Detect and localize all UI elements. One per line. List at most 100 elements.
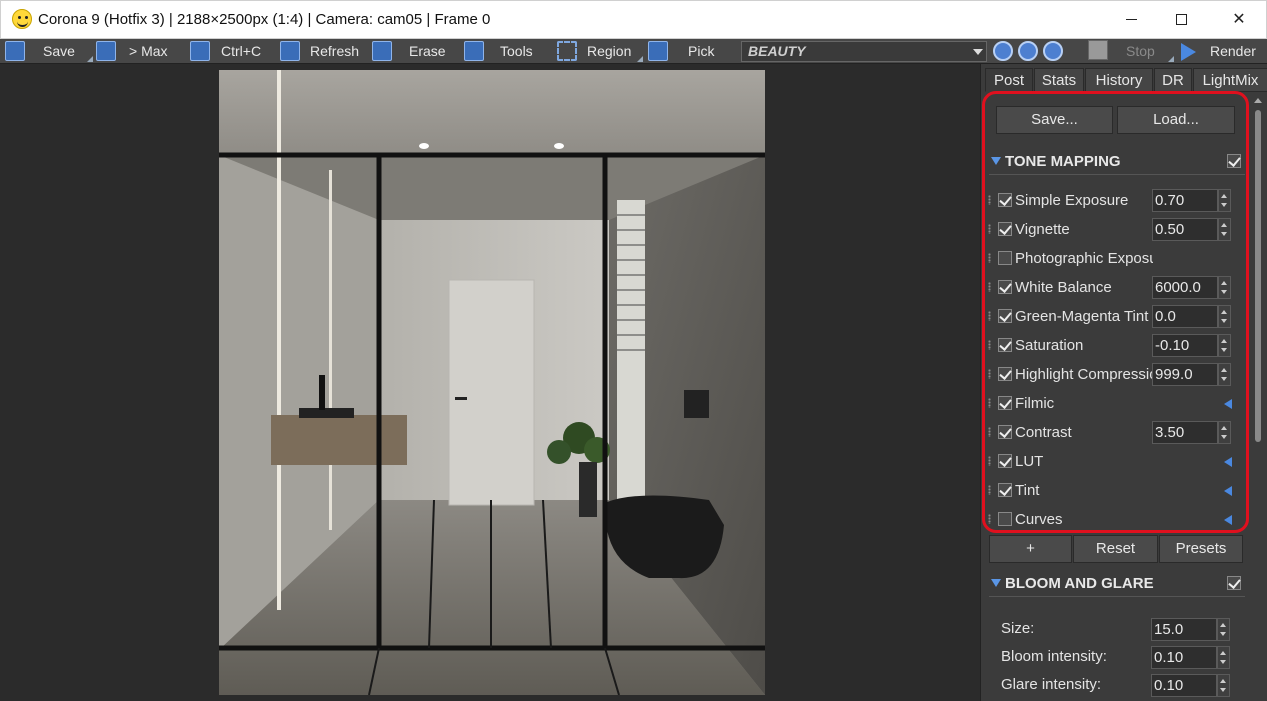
tab-dr[interactable]: DR	[1154, 68, 1192, 92]
operator-checkbox[interactable]	[998, 338, 1012, 352]
render-button[interactable]: Render	[1208, 40, 1263, 63]
panel-scrollbar[interactable]	[1252, 98, 1264, 701]
maximize-button[interactable]	[1157, 1, 1205, 39]
drag-grip-icon[interactable]	[988, 427, 991, 437]
tools-button[interactable]: Tools	[464, 40, 552, 63]
value-spinner[interactable]: 0.70	[1152, 189, 1231, 212]
drag-grip-icon[interactable]	[988, 195, 991, 205]
load-preset-button[interactable]: Load...	[1117, 106, 1235, 134]
operator-checkbox[interactable]	[998, 425, 1012, 439]
operator-checkbox[interactable]	[998, 251, 1012, 265]
reset-button[interactable]: Reset	[1073, 535, 1158, 563]
spinner-value[interactable]: 999.0	[1152, 363, 1218, 386]
drag-grip-icon[interactable]	[988, 340, 991, 350]
zoom-in-icon[interactable]	[993, 41, 1013, 61]
maximize-icon	[1175, 14, 1187, 26]
spinner-value[interactable]: 0.10	[1151, 674, 1217, 697]
scroll-up-icon[interactable]	[1254, 98, 1262, 103]
send-to-max-button[interactable]: > Max	[96, 40, 182, 63]
close-button[interactable]: ✕	[1215, 1, 1263, 39]
operator-checkbox[interactable]	[998, 193, 1012, 207]
zoom-out-icon[interactable]	[1018, 41, 1038, 61]
tone-mapping-title: TONE MAPPING	[1005, 153, 1121, 170]
pick-button[interactable]: Pick	[648, 40, 734, 63]
tone-mapping-enable-checkbox[interactable]	[1227, 154, 1241, 168]
save-button[interactable]: Save	[5, 40, 93, 63]
drag-grip-icon[interactable]	[988, 369, 991, 379]
erase-button[interactable]: Erase	[372, 40, 458, 63]
tab-stats[interactable]: Stats	[1034, 68, 1084, 92]
add-operator-button[interactable]: +	[989, 535, 1072, 563]
operator-checkbox[interactable]	[998, 280, 1012, 294]
spinner-value[interactable]: 0.0	[1152, 305, 1218, 328]
region-button[interactable]: Region	[557, 40, 643, 63]
stop-button[interactable]: Stop	[1086, 40, 1174, 63]
refresh-button[interactable]: Refresh	[280, 40, 366, 63]
spinner-value[interactable]: 6000.0	[1152, 276, 1218, 299]
operator-checkbox[interactable]	[998, 222, 1012, 236]
drag-grip-icon[interactable]	[988, 456, 991, 466]
tab-history[interactable]: History	[1085, 68, 1153, 92]
spinner-value[interactable]: 3.50	[1152, 421, 1218, 444]
tone-mapping-header[interactable]: TONE MAPPING	[989, 149, 1245, 175]
spinner-arrows-icon[interactable]	[1217, 674, 1230, 697]
spinner-arrows-icon[interactable]	[1218, 218, 1231, 241]
tab-post[interactable]: Post	[985, 68, 1033, 92]
scrollbar-thumb[interactable]	[1255, 110, 1261, 442]
render-pass-select[interactable]: BEAUTY	[741, 41, 987, 62]
tone-mapping-row: Photographic Exposure	[981, 244, 1251, 273]
presets-button[interactable]: Presets	[1159, 535, 1243, 563]
value-spinner[interactable]: 0.10	[1151, 674, 1230, 697]
drag-grip-icon[interactable]	[988, 224, 991, 234]
bloom-glare-enable-checkbox[interactable]	[1227, 576, 1241, 590]
spinner-arrows-icon[interactable]	[1218, 276, 1231, 299]
operator-checkbox[interactable]	[998, 367, 1012, 381]
drag-grip-icon[interactable]	[988, 398, 991, 408]
value-spinner[interactable]: 0.0	[1152, 305, 1231, 328]
minimize-button[interactable]	[1107, 1, 1155, 39]
expand-triangle-icon[interactable]	[1224, 399, 1232, 409]
operator-checkbox[interactable]	[998, 483, 1012, 497]
zoom-fit-icon[interactable]	[1043, 41, 1063, 61]
operator-checkbox[interactable]	[998, 396, 1012, 410]
operator-checkbox[interactable]	[998, 309, 1012, 323]
bloom-glare-header[interactable]: BLOOM AND GLARE	[989, 571, 1245, 597]
expand-triangle-icon[interactable]	[1224, 515, 1232, 525]
spinner-arrows-icon[interactable]	[1218, 334, 1231, 357]
spinner-arrows-icon[interactable]	[1217, 646, 1230, 669]
spinner-value[interactable]: -0.10	[1152, 334, 1218, 357]
expand-triangle-icon[interactable]	[1224, 486, 1232, 496]
bloom-glare-row: Bloom intensity: 0.10	[981, 643, 1251, 671]
value-spinner[interactable]: 6000.0	[1152, 276, 1231, 299]
spinner-arrows-icon[interactable]	[1218, 363, 1231, 386]
spinner-value[interactable]: 0.70	[1152, 189, 1218, 212]
spinner-arrows-icon[interactable]	[1218, 189, 1231, 212]
save-preset-button[interactable]: Save...	[996, 106, 1113, 134]
operator-checkbox[interactable]	[998, 454, 1012, 468]
operator-label: Vignette	[1015, 221, 1070, 238]
spinner-arrows-icon[interactable]	[1218, 305, 1231, 328]
value-spinner[interactable]: 15.0	[1151, 618, 1230, 641]
tab-lightmix[interactable]: LightMix	[1193, 68, 1267, 92]
value-spinner[interactable]: 999.0	[1152, 363, 1231, 386]
render-play-icon[interactable]	[1181, 43, 1196, 61]
operator-checkbox[interactable]	[998, 512, 1012, 526]
value-spinner[interactable]: -0.10	[1152, 334, 1231, 357]
expand-triangle-icon[interactable]	[1224, 457, 1232, 467]
render-viewport[interactable]	[0, 64, 980, 701]
value-spinner[interactable]: 3.50	[1152, 421, 1231, 444]
spinner-value[interactable]: 0.50	[1152, 218, 1218, 241]
spinner-value[interactable]: 0.10	[1151, 646, 1217, 669]
stop-icon	[1088, 40, 1108, 60]
drag-grip-icon[interactable]	[988, 311, 991, 321]
spinner-value[interactable]: 15.0	[1151, 618, 1217, 641]
drag-grip-icon[interactable]	[988, 485, 991, 495]
copy-button[interactable]: Ctrl+C	[190, 40, 276, 63]
drag-grip-icon[interactable]	[988, 253, 991, 263]
drag-grip-icon[interactable]	[988, 282, 991, 292]
value-spinner[interactable]: 0.10	[1151, 646, 1230, 669]
value-spinner[interactable]: 0.50	[1152, 218, 1231, 241]
spinner-arrows-icon[interactable]	[1218, 421, 1231, 444]
drag-grip-icon[interactable]	[988, 514, 991, 524]
spinner-arrows-icon[interactable]	[1217, 618, 1230, 641]
